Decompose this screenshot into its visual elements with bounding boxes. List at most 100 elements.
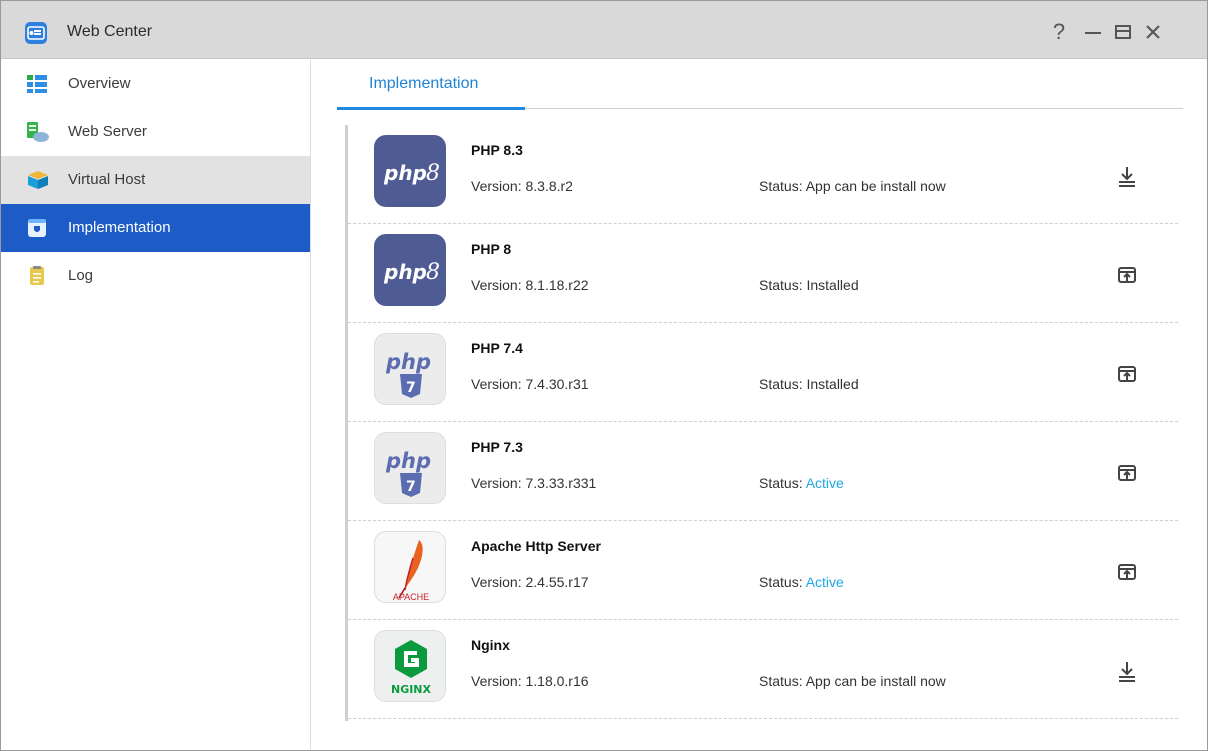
close-icon — [1146, 25, 1160, 39]
list-item-nginx: NGINX Nginx Version: 1.18.0.r16 Status: … — [348, 620, 1178, 719]
svg-text:php: php — [385, 449, 431, 473]
minimize-icon — [1085, 32, 1101, 34]
sidebar-item-label: Log — [68, 267, 94, 284]
web-center-icon — [25, 22, 47, 44]
tab-bar: Implementation — [337, 60, 1183, 110]
app-status: Status: Active — [759, 475, 844, 491]
title-bar[interactable]: Web Center ? — [1, 1, 1207, 59]
help-button[interactable]: ? — [1047, 19, 1071, 45]
php7-logo: php 7 — [374, 333, 446, 405]
list-item-php-8: php 8 PHP 8 Version: 8.1.18.r22 Status: … — [348, 224, 1178, 323]
status-value: Active — [805, 475, 844, 491]
app-status: Status: Installed — [759, 277, 859, 293]
web-server-icon — [27, 122, 49, 142]
maximize-button[interactable] — [1111, 19, 1135, 45]
overview-icon — [27, 74, 47, 94]
nginx-logo-text: NGINX — [391, 683, 432, 696]
sidebar-item-label: Virtual Host — [68, 171, 146, 188]
app-status: Status: Active — [759, 574, 844, 590]
php8-logo: php 8 — [374, 135, 446, 207]
version-value: 7.3.33.r331 — [525, 475, 597, 491]
app-status: Status: App can be install now — [759, 178, 946, 194]
sidebar-item-implementation[interactable]: Implementation — [1, 204, 310, 252]
status-prefix: Status: — [759, 475, 806, 491]
version-value: 7.4.30.r31 — [525, 376, 589, 392]
version-value: 8.3.8.r2 — [525, 178, 573, 194]
app-version: Version: 2.4.55.r17 — [471, 574, 589, 590]
status-value: App can be install now — [805, 673, 946, 689]
version-prefix: Version: — [471, 277, 526, 293]
apache-logo: APACHE — [374, 531, 446, 603]
list-item-php-7-3: php 7 PHP 7.3 Version: 7.3.33.r331 Statu… — [348, 422, 1178, 521]
php8-logo: php 8 — [374, 234, 446, 306]
app-status: Status: App can be install now — [759, 673, 946, 689]
open-icon — [1118, 366, 1136, 382]
version-value: 8.1.18.r22 — [525, 277, 589, 293]
status-prefix: Status: — [759, 376, 807, 392]
version-value: 1.18.0.r16 — [525, 673, 589, 689]
open-icon — [1118, 267, 1136, 283]
download-icon — [1119, 167, 1135, 187]
install-button[interactable] — [1116, 165, 1138, 187]
app-status: Status: Installed — [759, 376, 859, 392]
sidebar-item-label: Implementation — [68, 219, 171, 236]
svg-text:7: 7 — [406, 479, 416, 495]
virtual-host-icon — [27, 170, 48, 190]
nginx-logo: NGINX — [374, 630, 446, 702]
status-prefix: Status: — [759, 574, 806, 590]
sidebar: Overview Web Server Virtual Host Impleme… — [1, 60, 311, 750]
svg-text:8: 8 — [426, 161, 440, 186]
sidebar-item-overview[interactable]: Overview — [1, 60, 310, 108]
log-icon — [27, 266, 47, 286]
sidebar-item-log[interactable]: Log — [1, 252, 310, 300]
status-prefix: Status: — [759, 673, 806, 689]
svg-text:php: php — [385, 350, 431, 374]
tab-selected-indicator — [337, 107, 525, 110]
app-version: Version: 8.1.18.r22 — [471, 277, 589, 293]
app-name: PHP 8.3 — [471, 142, 523, 158]
svg-text:php: php — [383, 260, 427, 284]
close-button[interactable] — [1141, 19, 1165, 45]
install-button[interactable] — [1116, 660, 1138, 682]
app-name: Nginx — [471, 637, 510, 653]
version-prefix: Version: — [471, 475, 526, 491]
tab-implementation[interactable]: Implementation — [337, 60, 525, 110]
implementation-list: php 8 PHP 8.3 Version: 8.3.8.r2 Status: … — [345, 125, 1178, 721]
status-value: Installed — [806, 376, 859, 392]
version-prefix: Version: — [471, 178, 526, 194]
sidebar-item-label: Overview — [68, 75, 131, 92]
svg-text:8: 8 — [426, 260, 440, 285]
status-prefix: Status: — [759, 178, 806, 194]
sidebar-item-web-server[interactable]: Web Server — [1, 108, 310, 156]
apache-logo-text: APACHE — [393, 592, 429, 602]
svg-text:7: 7 — [406, 380, 416, 396]
status-value: Active — [805, 574, 844, 590]
version-prefix: Version: — [471, 376, 526, 392]
open-button[interactable] — [1116, 264, 1138, 286]
open-button[interactable] — [1116, 363, 1138, 385]
app-version: Version: 1.18.0.r16 — [471, 673, 589, 689]
app-version: Version: 8.3.8.r2 — [471, 178, 573, 194]
web-center-window: Web Center ? Overview Web Server Virtual… — [0, 0, 1208, 751]
minimize-button[interactable] — [1081, 19, 1105, 45]
app-name: PHP 7.4 — [471, 340, 523, 356]
tab-label: Implementation — [369, 75, 479, 92]
open-icon — [1118, 465, 1136, 481]
list-item-php-7-4: php 7 PHP 7.4 Version: 7.4.30.r31 Status… — [348, 323, 1178, 422]
list-item-apache-http-server: APACHE Apache Http Server Version: 2.4.5… — [348, 521, 1178, 620]
sidebar-item-virtual-host[interactable]: Virtual Host — [1, 156, 310, 204]
app-name: Apache Http Server — [471, 538, 601, 554]
open-button[interactable] — [1116, 462, 1138, 484]
app-version: Version: 7.4.30.r31 — [471, 376, 589, 392]
implementation-icon — [27, 218, 47, 238]
app-name: PHP 8 — [471, 241, 512, 257]
open-button[interactable] — [1116, 561, 1138, 583]
version-prefix: Version: — [471, 673, 526, 689]
app-title: Web Center — [67, 23, 153, 40]
svg-text:php: php — [383, 161, 427, 185]
app-version: Version: 7.3.33.r331 — [471, 475, 596, 491]
open-icon — [1118, 564, 1136, 580]
download-icon — [1119, 662, 1135, 682]
php7-logo: php 7 — [374, 432, 446, 504]
version-prefix: Version: — [471, 574, 526, 590]
